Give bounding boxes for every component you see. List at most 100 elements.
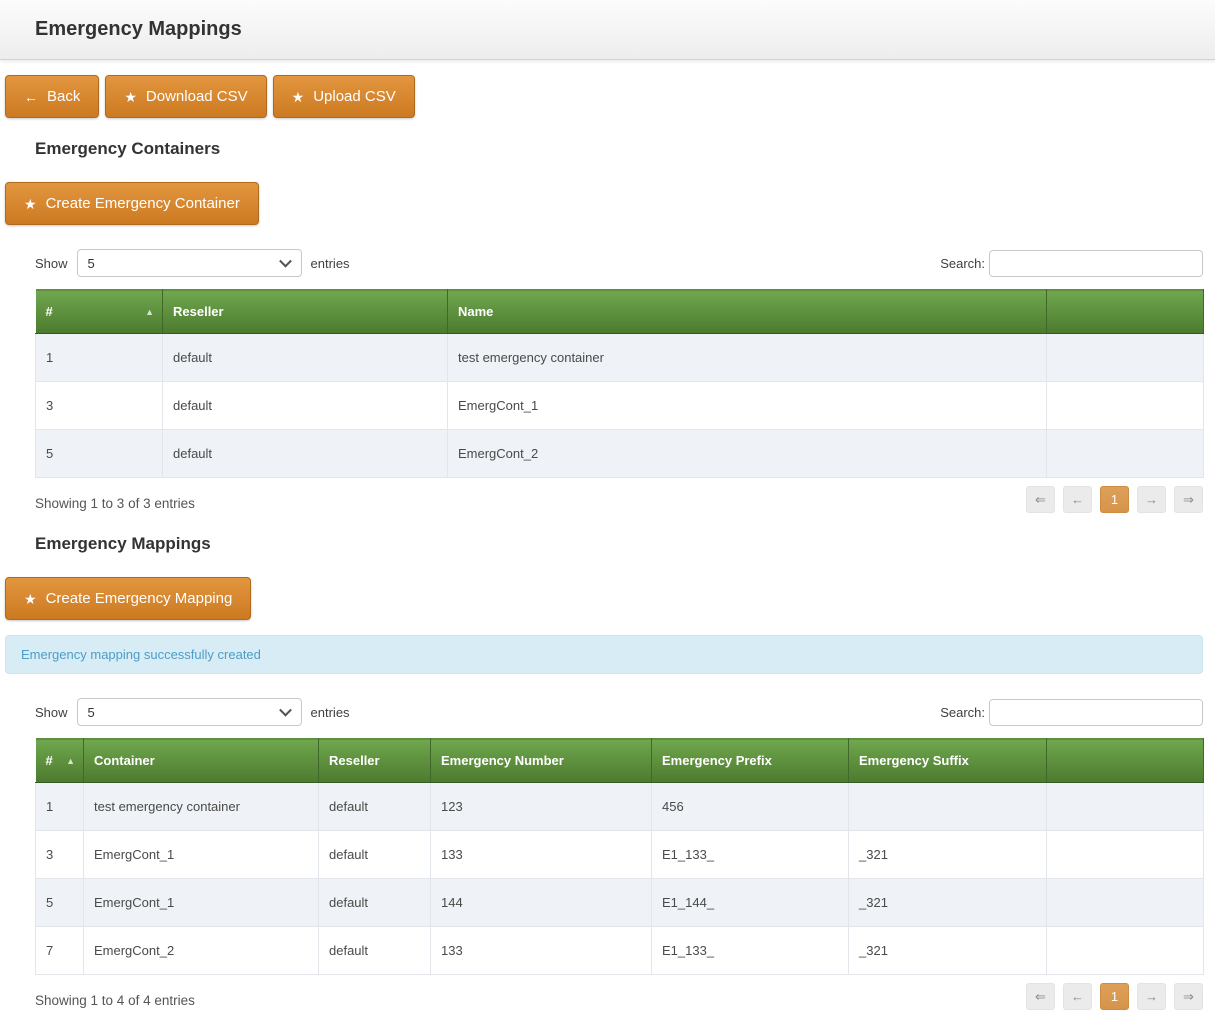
search-label: Search:: [940, 256, 985, 271]
containers-table-footer: Showing 1 to 3 of 3 entries ⇐ ← 1 → ⇒: [35, 486, 1203, 513]
column-header-empty: [1047, 290, 1204, 334]
last-page-button[interactable]: ⇒: [1174, 486, 1203, 513]
table-row: 5EmergCont_1default144E1_144__321: [36, 879, 1204, 927]
cell: 133: [431, 831, 652, 879]
mappings-info-text: Showing 1 to 4 of 4 entries: [35, 985, 195, 1008]
cell: EmergCont_2: [84, 927, 319, 975]
table-row: 5defaultEmergCont_2: [36, 430, 1204, 478]
table-row: 1defaulttest emergency container: [36, 334, 1204, 382]
next-page-button[interactable]: →: [1137, 486, 1166, 513]
first-page-button[interactable]: ⇐: [1026, 486, 1055, 513]
containers-section-heading: Emergency Containers: [35, 139, 1215, 159]
column-header-emergency-number[interactable]: Emergency Number: [431, 739, 652, 783]
create-emergency-container-button[interactable]: ★ Create Emergency Container: [5, 182, 259, 225]
back-button-label: Back: [47, 88, 80, 105]
entries-select-wrap: 5: [77, 698, 302, 726]
cell: default: [163, 382, 448, 430]
cell: [1047, 831, 1204, 879]
cell: 7: [36, 927, 84, 975]
download-csv-button[interactable]: ★ Download CSV: [105, 75, 266, 118]
cell: _321: [849, 927, 1047, 975]
column-header-emergency-suffix[interactable]: Emergency Suffix: [849, 739, 1047, 783]
cell: E1_133_: [652, 831, 849, 879]
search-label: Search:: [940, 705, 985, 720]
cell: 1: [36, 783, 84, 831]
entries-per-page-control: Show 5 entries: [35, 698, 350, 726]
mappings-table: #▲ContainerResellerEmergency NumberEmerg…: [35, 738, 1204, 975]
star-icon: ★: [24, 592, 37, 606]
cell: 5: [36, 430, 163, 478]
cell: test emergency container: [448, 334, 1047, 382]
cell: [1047, 430, 1204, 478]
toolbar: ← Back ★ Download CSV ★ Upload CSV: [5, 75, 1215, 118]
containers-search-control: Search:: [940, 250, 1203, 277]
cell: default: [163, 334, 448, 382]
mappings-pagination: ⇐ ← 1 → ⇒: [1026, 983, 1203, 1010]
upload-csv-button[interactable]: ★ Upload CSV: [273, 75, 415, 118]
table-row: 7EmergCont_2default133E1_133__321: [36, 927, 1204, 975]
cell: _321: [849, 831, 1047, 879]
table-header-row: #▲ContainerResellerEmergency NumberEmerg…: [36, 739, 1204, 783]
table-row: 3EmergCont_1default133E1_133__321: [36, 831, 1204, 879]
column-header-empty: [1047, 739, 1204, 783]
cell: [1047, 783, 1204, 831]
containers-table: #▲ResellerName1defaulttest emergency con…: [35, 289, 1204, 478]
previous-page-button[interactable]: ←: [1063, 486, 1092, 513]
previous-page-button[interactable]: ←: [1063, 983, 1092, 1010]
cell: 456: [652, 783, 849, 831]
cell: [1047, 927, 1204, 975]
entries-label: entries: [311, 705, 350, 720]
cell: default: [319, 927, 431, 975]
containers-search-input[interactable]: [989, 250, 1203, 277]
star-icon: ★: [124, 90, 137, 104]
create-emergency-mapping-button[interactable]: ★ Create Emergency Mapping: [5, 577, 251, 620]
table-header-row: #▲ResellerName: [36, 290, 1204, 334]
first-page-button[interactable]: ⇐: [1026, 983, 1055, 1010]
success-alert: Emergency mapping successfully created: [5, 635, 1203, 674]
mappings-search-input[interactable]: [989, 699, 1203, 726]
download-csv-label: Download CSV: [146, 88, 248, 105]
create-emergency-container-label: Create Emergency Container: [46, 195, 240, 212]
upload-csv-label: Upload CSV: [313, 88, 396, 105]
column-header-emergency-prefix[interactable]: Emergency Prefix: [652, 739, 849, 783]
emergency-mappings-section: Emergency Mappings ★ Create Emergency Ma…: [0, 534, 1215, 1010]
sort-ascending-icon: ▲: [145, 307, 154, 317]
entries-per-page-select[interactable]: 5: [77, 249, 302, 277]
table-row: 3defaultEmergCont_1: [36, 382, 1204, 430]
page-header: Emergency Mappings: [0, 0, 1215, 60]
column-header-reseller[interactable]: Reseller: [163, 290, 448, 334]
cell: E1_144_: [652, 879, 849, 927]
column-header-[interactable]: #▲: [36, 739, 84, 783]
page-title: Emergency Mappings: [35, 18, 242, 41]
cell: EmergCont_1: [84, 879, 319, 927]
page-1-button[interactable]: 1: [1100, 486, 1129, 513]
cell: E1_133_: [652, 927, 849, 975]
entries-per-page-select[interactable]: 5: [77, 698, 302, 726]
show-label: Show: [35, 256, 68, 271]
cell: [1047, 334, 1204, 382]
column-header-[interactable]: #▲: [36, 290, 163, 334]
entries-per-page-control: Show 5 entries: [35, 249, 350, 277]
column-header-name[interactable]: Name: [448, 290, 1047, 334]
mappings-section-heading: Emergency Mappings: [35, 534, 1215, 554]
containers-pagination: ⇐ ← 1 → ⇒: [1026, 486, 1203, 513]
cell: 123: [431, 783, 652, 831]
page-1-button[interactable]: 1: [1100, 983, 1129, 1010]
star-icon: ★: [292, 90, 305, 104]
cell: default: [163, 430, 448, 478]
back-button[interactable]: ← Back: [5, 75, 99, 118]
column-header-container[interactable]: Container: [84, 739, 319, 783]
cell: [849, 783, 1047, 831]
cell: [1047, 382, 1204, 430]
last-page-button[interactable]: ⇒: [1174, 983, 1203, 1010]
entries-select-wrap: 5: [77, 249, 302, 277]
cell: 3: [36, 382, 163, 430]
star-icon: ★: [24, 197, 37, 211]
cell: default: [319, 783, 431, 831]
create-emergency-mapping-label: Create Emergency Mapping: [46, 590, 233, 607]
column-header-reseller[interactable]: Reseller: [319, 739, 431, 783]
mappings-table-controls: Show 5 entries Search:: [35, 698, 1203, 726]
emergency-containers-section: Emergency Containers ★ Create Emergency …: [0, 139, 1215, 513]
next-page-button[interactable]: →: [1137, 983, 1166, 1010]
cell: EmergCont_1: [84, 831, 319, 879]
